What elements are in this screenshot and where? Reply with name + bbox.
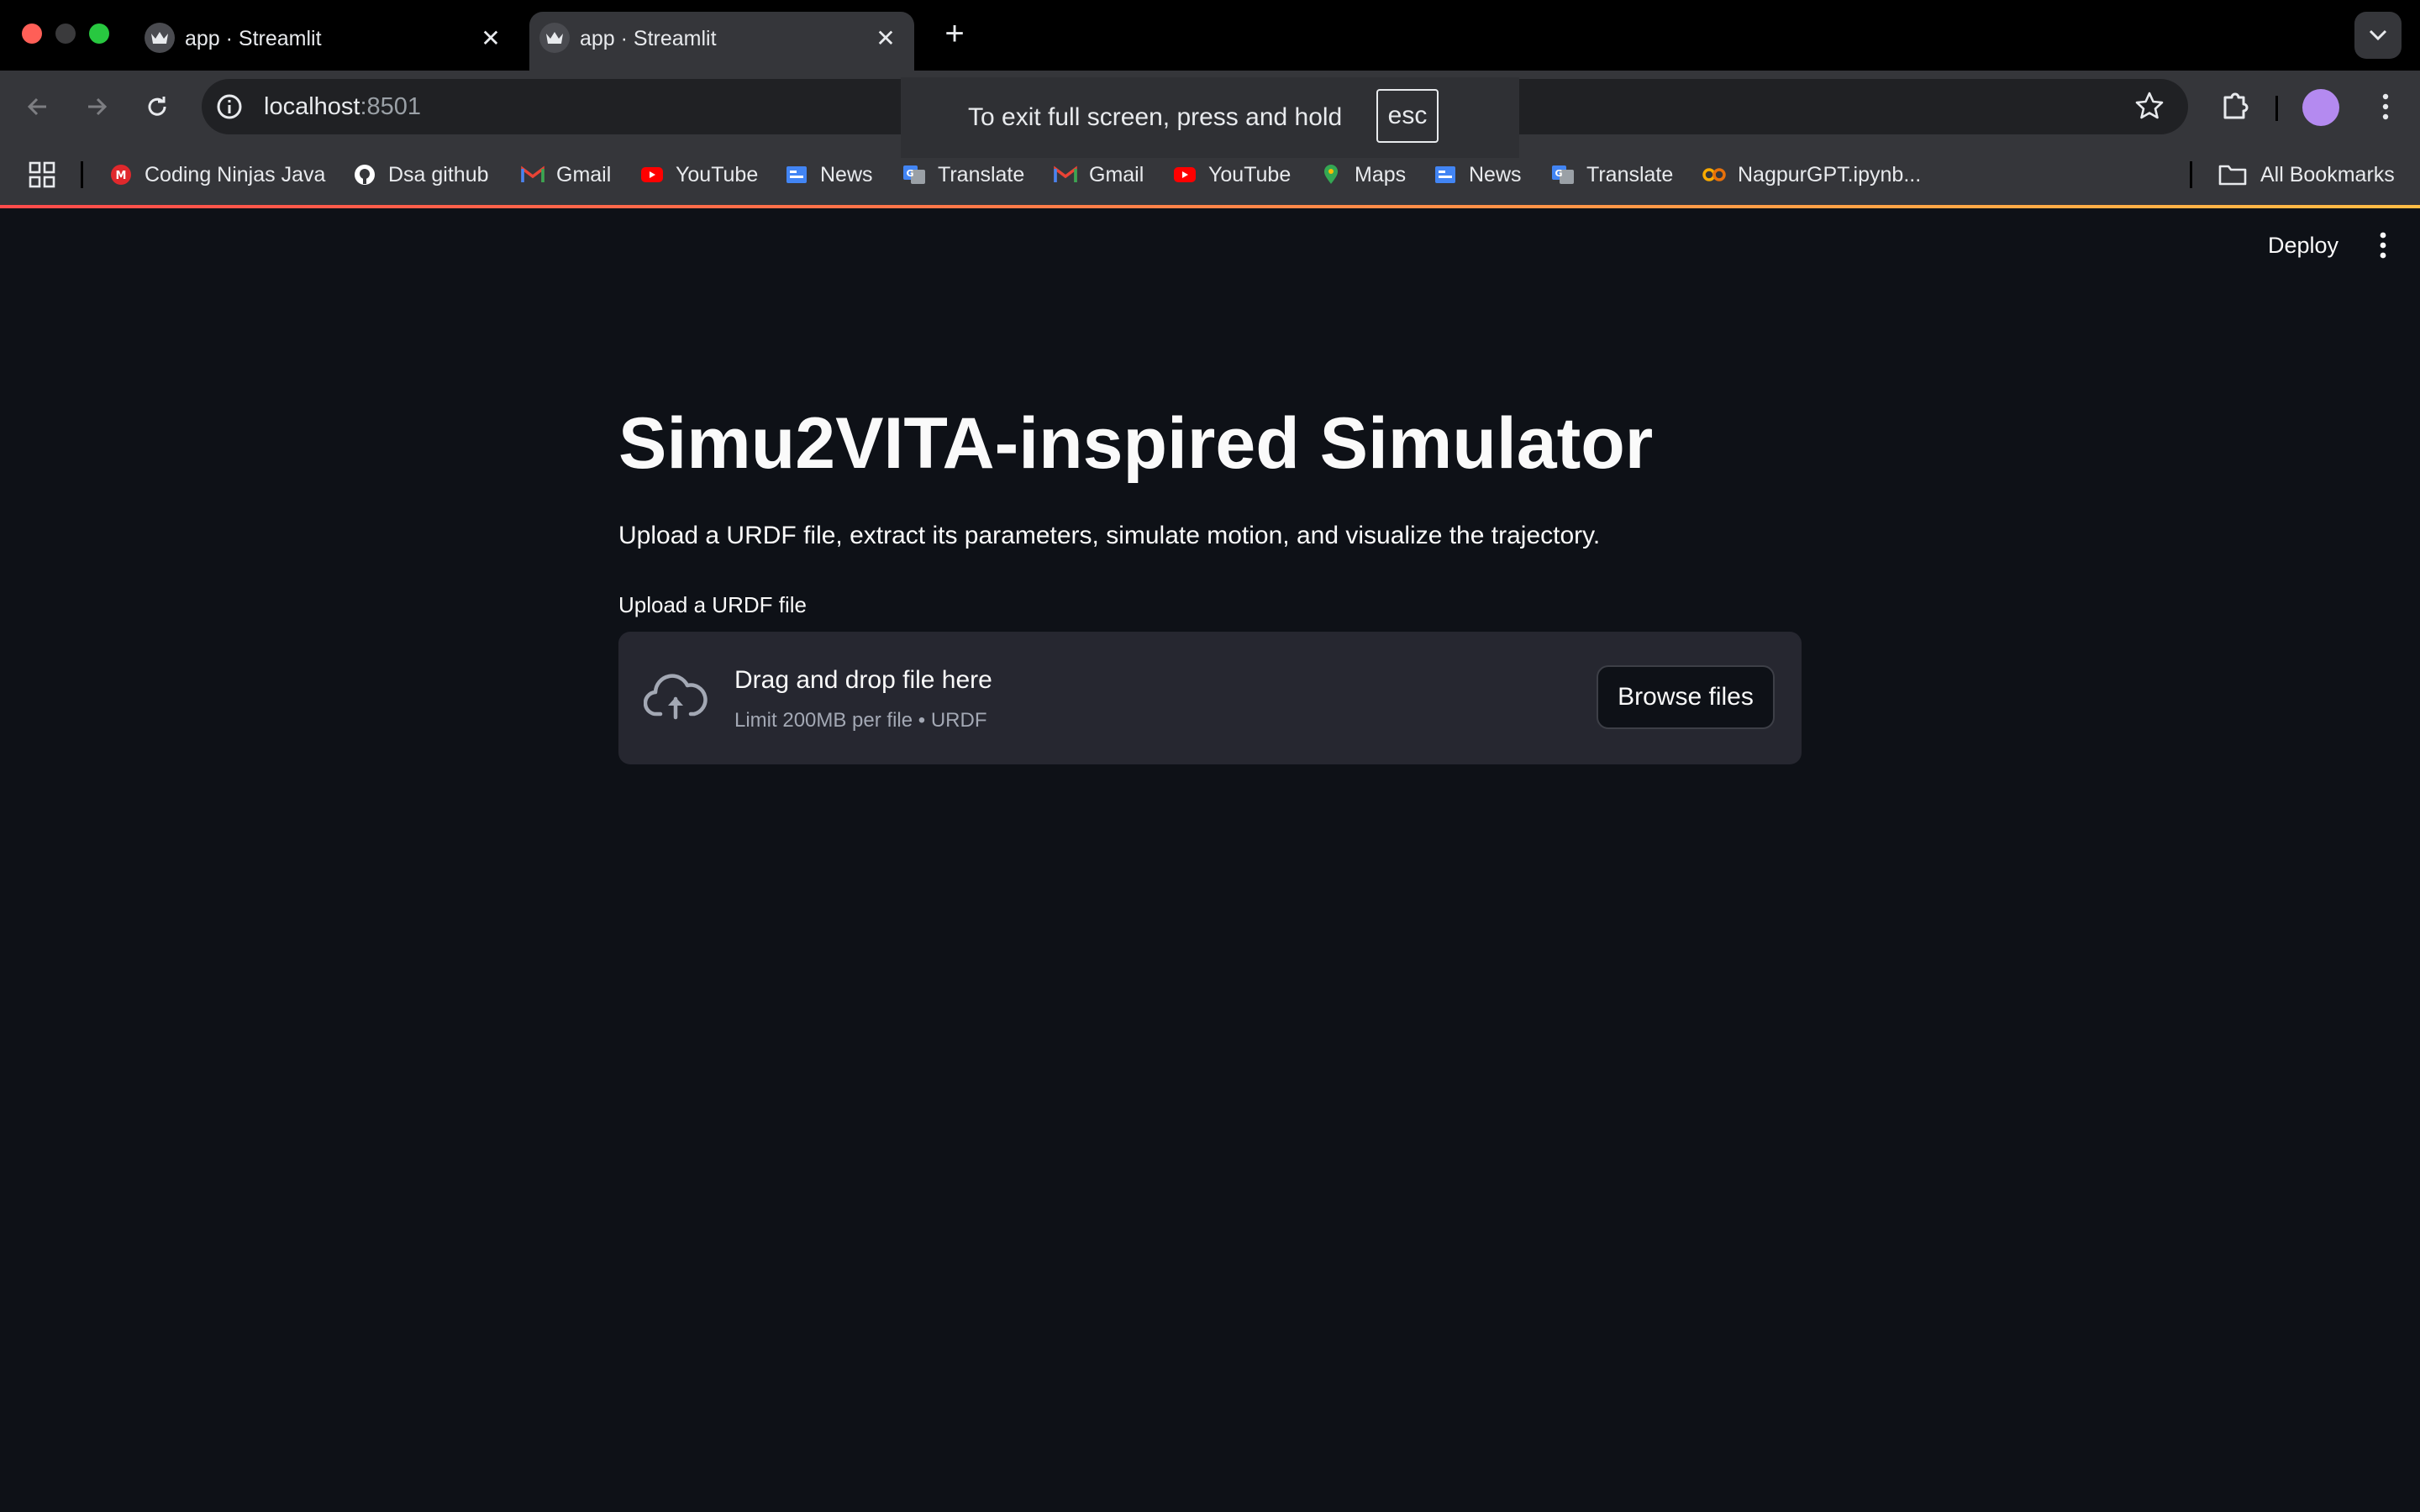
more-vertical-icon [2382,93,2389,120]
profile-avatar[interactable] [2302,89,2339,126]
more-vertical-icon [2380,232,2386,259]
app-menu-button[interactable] [2365,227,2402,264]
youtube-icon [641,167,663,182]
svg-text:G: G [906,168,913,179]
bookmark-label: Coding Ninjas Java [145,163,326,186]
file-dropzone[interactable]: Drag and drop file here Limit 200MB per … [618,632,1802,764]
google-news-icon [786,166,807,183]
arrow-right-icon [88,97,108,116]
bookmark-label: Gmail [556,163,612,186]
reload-button[interactable] [136,86,178,128]
forward-button[interactable] [76,86,118,128]
google-news-icon [1435,166,1455,183]
tab-search-button[interactable] [2354,12,2402,59]
site-info-icon[interactable] [213,91,245,123]
chevron-down-icon [2369,29,2387,41]
bookmark-label: YouTube [1208,163,1292,186]
bookmark-label: Dsa github [388,163,489,186]
puzzle-icon [2223,92,2249,119]
colab-icon [1702,168,1726,181]
reload-icon [148,97,166,116]
folder-icon [2218,165,2247,186]
svg-text:G: G [1555,168,1562,179]
svg-text:M: M [116,170,127,182]
fullscreen-exit-toast: To exit full screen, press and hold esc [901,77,1519,158]
google-translate-icon: G [1552,165,1574,184]
youtube-icon [1174,167,1196,182]
page-description: Upload a URDF file, extract its paramete… [618,522,1601,549]
browser-tab[interactable]: app · Streamlit ✕ [134,12,519,71]
dropzone-instructions: Drag and drop file here [734,666,992,694]
google-translate-icon: G [903,165,925,184]
url-port: :8501 [360,93,422,120]
new-tab-button[interactable]: + [934,15,975,55]
browser-menu-button[interactable] [2365,86,2407,128]
window-fullscreen-button[interactable] [89,24,109,44]
page-title: Simu2VITA-inspired Simulator [618,403,1654,484]
browser-tab-active[interactable]: app · Streamlit ✕ [529,12,914,71]
bookmark-label: YouTube [676,163,759,186]
bookmark-star-icon[interactable] [2134,91,2165,121]
bookmark-label: Maps [1355,163,1407,186]
dropzone-limit-text: Limit 200MB per file • URDF [734,709,987,732]
bookmark-label: NagpurGPT.ipynb... [1738,163,1922,186]
toast-message: To exit full screen, press and hold [968,103,1343,131]
bookmark-label: Gmail [1089,163,1144,186]
cloud-upload-icon [644,674,708,720]
tab-title: app · Streamlit [185,27,322,50]
github-icon [355,165,375,185]
bookmark-label: Translate [938,163,1025,186]
streamlit-favicon-icon [145,23,175,53]
window-close-button[interactable] [22,24,42,44]
extensions-button[interactable] [2215,86,2257,128]
tab-close-icon[interactable]: ✕ [869,22,902,55]
window-minimize-button[interactable] [55,24,76,44]
apps-grid-icon[interactable] [29,161,55,188]
arrow-left-icon [27,97,46,116]
bookmark-label: News [820,163,873,186]
gmail-icon [1054,165,1077,182]
coding-ninjas-icon: M [111,165,131,185]
gmail-icon [521,165,544,182]
bookmark-label: Translate [1586,163,1674,186]
tab-title: app · Streamlit [580,27,717,50]
streamlit-header: Deploy [0,208,2420,284]
browse-files-button[interactable]: Browse files [1597,665,1775,729]
all-bookmarks-label: All Bookmarks [2260,163,2395,186]
toolbar-divider [2275,96,2278,121]
bookmarks-divider [2190,161,2192,188]
deploy-button[interactable]: Deploy [2249,227,2358,264]
tab-close-icon[interactable]: ✕ [474,22,508,55]
streamlit-favicon-icon [539,23,570,53]
google-maps-icon [1324,165,1338,184]
back-button[interactable] [17,86,59,128]
bookmarks-divider [81,161,83,188]
url-text[interactable]: localhost:8501 [264,91,421,123]
file-uploader-label: Upload a URDF file [618,592,807,617]
browser-tab-strip: app · Streamlit ✕ app · Streamlit ✕ + [0,0,2420,71]
url-host: localhost [264,93,360,120]
bookmark-label: News [1469,163,1522,186]
esc-key-hint: esc [1376,89,1439,143]
